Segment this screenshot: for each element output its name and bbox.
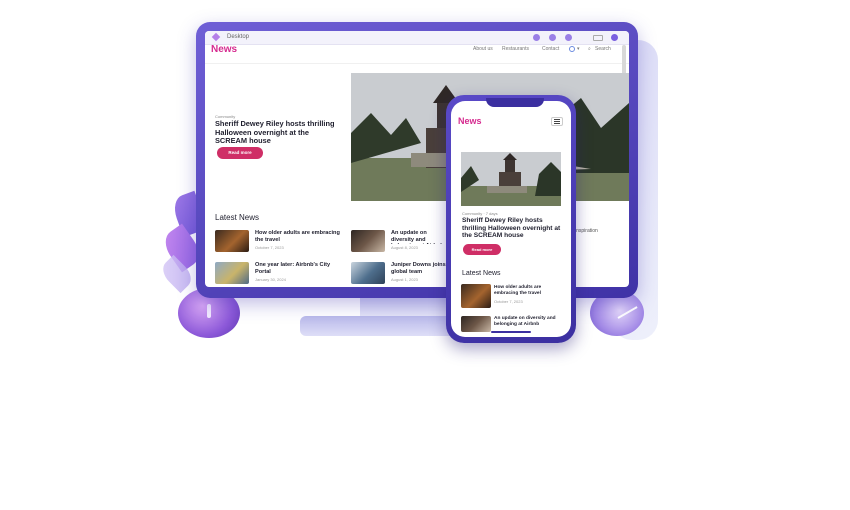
tab-title[interactable]: Desktop — [227, 34, 249, 40]
window-dot[interactable] — [565, 34, 572, 41]
mobile-screen: News Community · 7 days Sheriff Dewey Ri… — [451, 101, 571, 337]
window-dot[interactable] — [533, 34, 540, 41]
mobile-logo[interactable]: News — [458, 116, 482, 126]
news-item-date: August 1, 2023 — [391, 277, 418, 282]
app-icon — [211, 32, 221, 42]
news-item-title[interactable]: How older adults are embracing the trave… — [255, 230, 347, 243]
site-logo[interactable]: News — [211, 44, 237, 55]
profile-dot[interactable] — [611, 34, 618, 41]
browser-bar: Desktop — [205, 31, 629, 45]
side-text: inspiration — [575, 228, 598, 234]
news-thumbnail[interactable] — [351, 230, 385, 252]
chevron-down-icon[interactable]: ▾ — [577, 46, 580, 52]
news-thumbnail[interactable] — [461, 284, 491, 308]
globe-icon[interactable] — [569, 46, 575, 52]
mobile-news-item-title[interactable]: How older adults are embracing the trave… — [494, 285, 564, 297]
mobile-hero-image — [461, 152, 561, 206]
nav-restaurants[interactable]: Restaurants — [502, 46, 529, 52]
news-item-title[interactable]: One year later: Airbnb's City Portal — [255, 262, 341, 275]
news-thumbnail[interactable] — [351, 262, 385, 284]
news-item-title[interactable]: An update on diversity and belonging at … — [391, 230, 447, 244]
window-dot[interactable] — [549, 34, 556, 41]
news-item-title[interactable]: Juniper Downs joins global team — [391, 262, 447, 276]
news-item-date: October 7, 2023 — [255, 245, 284, 250]
latest-news-heading: Latest News — [215, 213, 260, 222]
news-thumbnail[interactable] — [461, 316, 491, 332]
battery-icon — [593, 35, 603, 41]
mobile-hero-title[interactable]: Sheriff Dewey Riley hosts thrilling Hall… — [462, 217, 562, 240]
nav-about[interactable]: About us — [473, 46, 493, 52]
hero-title[interactable]: Sheriff Dewey Riley hosts thrilling Hall… — [215, 119, 339, 146]
news-item-date: August 8, 2023 — [391, 245, 418, 250]
news-item-date: January 30, 2024 — [255, 277, 286, 282]
mobile-news-item-date: October 7, 2023 — [494, 299, 523, 304]
nav-contact[interactable]: Contact — [542, 46, 559, 52]
mobile-read-more-button[interactable]: Read more — [463, 244, 501, 255]
nav-divider — [205, 63, 629, 64]
phone-notch — [486, 98, 544, 107]
news-thumbnail[interactable] — [215, 230, 249, 252]
menu-icon[interactable] — [551, 117, 563, 126]
mobile-news-item-title[interactable]: An update on diversity and belonging at … — [494, 316, 564, 328]
read-more-button[interactable]: Read more — [217, 147, 263, 159]
nav-search[interactable]: Search — [595, 46, 611, 52]
mobile-hero-kicker: Community · 7 days — [462, 211, 498, 216]
home-indicator — [491, 331, 531, 333]
news-thumbnail[interactable] — [215, 262, 249, 284]
mobile-latest-news-heading: Latest News — [462, 270, 501, 277]
search-icon[interactable]: ⌕ — [588, 46, 591, 52]
